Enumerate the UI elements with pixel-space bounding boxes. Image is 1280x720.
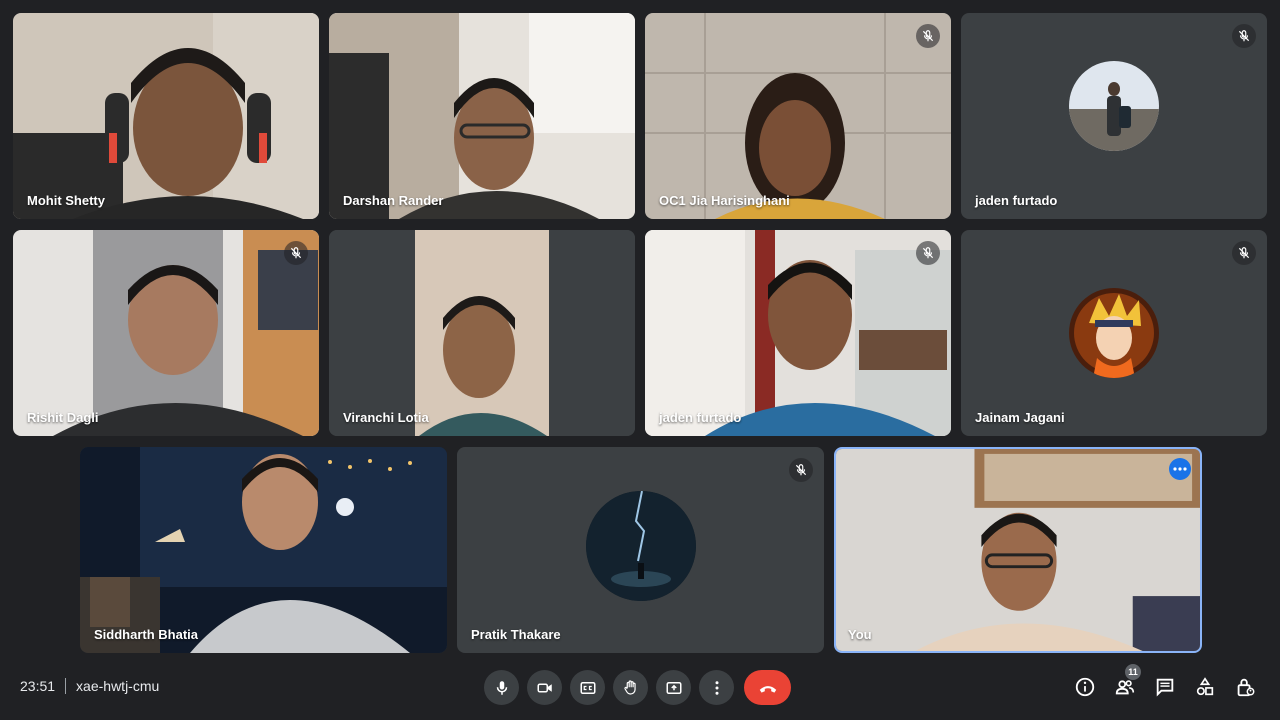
participant-video	[329, 230, 635, 436]
raise-hand-button[interactable]	[613, 670, 648, 705]
meeting-info: 23:51 xae-hwtj-cmu	[20, 678, 159, 694]
videocam-icon	[537, 683, 552, 692]
participant-name: jaden furtado	[659, 410, 742, 425]
mic-off-icon	[1232, 241, 1256, 265]
participant-video	[645, 230, 951, 436]
mic-off-icon	[284, 241, 308, 265]
participant-name: Mohit Shetty	[27, 193, 105, 208]
participant-tile[interactable]: Mohit Shetty	[13, 13, 319, 219]
mic-off-icon	[1232, 24, 1256, 48]
side-panel-controls: 11	[1070, 664, 1260, 702]
participant-count-badge: 11	[1125, 664, 1141, 680]
participant-tile[interactable]: jaden furtado	[961, 13, 1267, 219]
mic-off-icon	[916, 241, 940, 265]
participant-avatar	[1069, 288, 1159, 378]
hand-icon	[623, 679, 636, 695]
meeting-toolbar: 23:51 xae-hwtj-cmu 11	[0, 660, 1280, 720]
participant-name: You	[848, 627, 872, 642]
participant-name: Viranchi Lotia	[343, 410, 429, 425]
participant-name: Darshan Rander	[343, 193, 444, 208]
call-end-icon	[759, 685, 776, 693]
microphone-button[interactable]	[484, 670, 519, 705]
more-horiz-icon	[1173, 467, 1187, 471]
participant-video	[329, 13, 635, 219]
chat-icon	[1156, 678, 1174, 697]
captions-button[interactable]	[570, 670, 605, 705]
chat-button[interactable]	[1150, 672, 1180, 702]
call-controls	[484, 670, 791, 705]
participant-name: jaden furtado	[975, 193, 1058, 208]
participant-tile[interactable]: Darshan Rander	[329, 13, 635, 219]
more-options-button[interactable]	[1169, 458, 1191, 480]
participant-tile[interactable]: Rishit Dagli	[13, 230, 319, 436]
clock-time: 23:51	[20, 678, 56, 694]
more-vert-icon	[715, 680, 718, 695]
participant-video	[13, 13, 319, 219]
mic-off-icon	[789, 458, 813, 482]
info-icon	[1075, 677, 1095, 697]
participant-video	[80, 447, 447, 653]
participant-tile[interactable]: Pratik Thakare	[457, 447, 824, 653]
mic-icon	[496, 680, 507, 695]
mic-off-icon	[916, 24, 940, 48]
participant-name: OC1 Jia Harisinghani	[659, 193, 790, 208]
participant-video	[13, 230, 319, 436]
shapes-icon	[1196, 677, 1214, 696]
participant-tile[interactable]: Siddharth Bhatia	[80, 447, 447, 653]
present-to-all-icon	[666, 681, 681, 694]
meet-stage: Mohit Shetty Darshan Rander OC1 Jia Hari…	[0, 0, 1280, 720]
self-video	[836, 449, 1200, 651]
meeting-details-button[interactable]	[1070, 672, 1100, 702]
participant-video	[645, 13, 951, 219]
activities-button[interactable]	[1190, 672, 1220, 702]
participant-name: Jainam Jagani	[975, 410, 1065, 425]
present-screen-button[interactable]	[656, 670, 691, 705]
closed-caption-icon	[580, 681, 595, 694]
participant-name: Pratik Thakare	[471, 627, 561, 642]
lock-person-icon	[1237, 678, 1255, 697]
participant-name: Siddharth Bhatia	[94, 627, 199, 642]
participant-name: Rishit Dagli	[27, 410, 99, 425]
meeting-code: xae-hwtj-cmu	[76, 678, 160, 694]
participant-tile[interactable]: Viranchi Lotia	[329, 230, 635, 436]
leave-call-button[interactable]	[744, 670, 791, 705]
self-view-tile[interactable]: You	[834, 447, 1202, 653]
participant-tile[interactable]: jaden furtado	[645, 230, 951, 436]
host-controls-button[interactable]	[1230, 672, 1260, 702]
divider	[65, 678, 67, 694]
participant-tile[interactable]: Jainam Jagani	[961, 230, 1267, 436]
people-button[interactable]: 11	[1110, 664, 1141, 702]
participant-avatar	[585, 491, 696, 601]
camera-button[interactable]	[527, 670, 562, 705]
participant-avatar	[1069, 61, 1159, 151]
more-options-button[interactable]	[699, 670, 734, 705]
participant-tile[interactable]: OC1 Jia Harisinghani	[645, 13, 951, 219]
